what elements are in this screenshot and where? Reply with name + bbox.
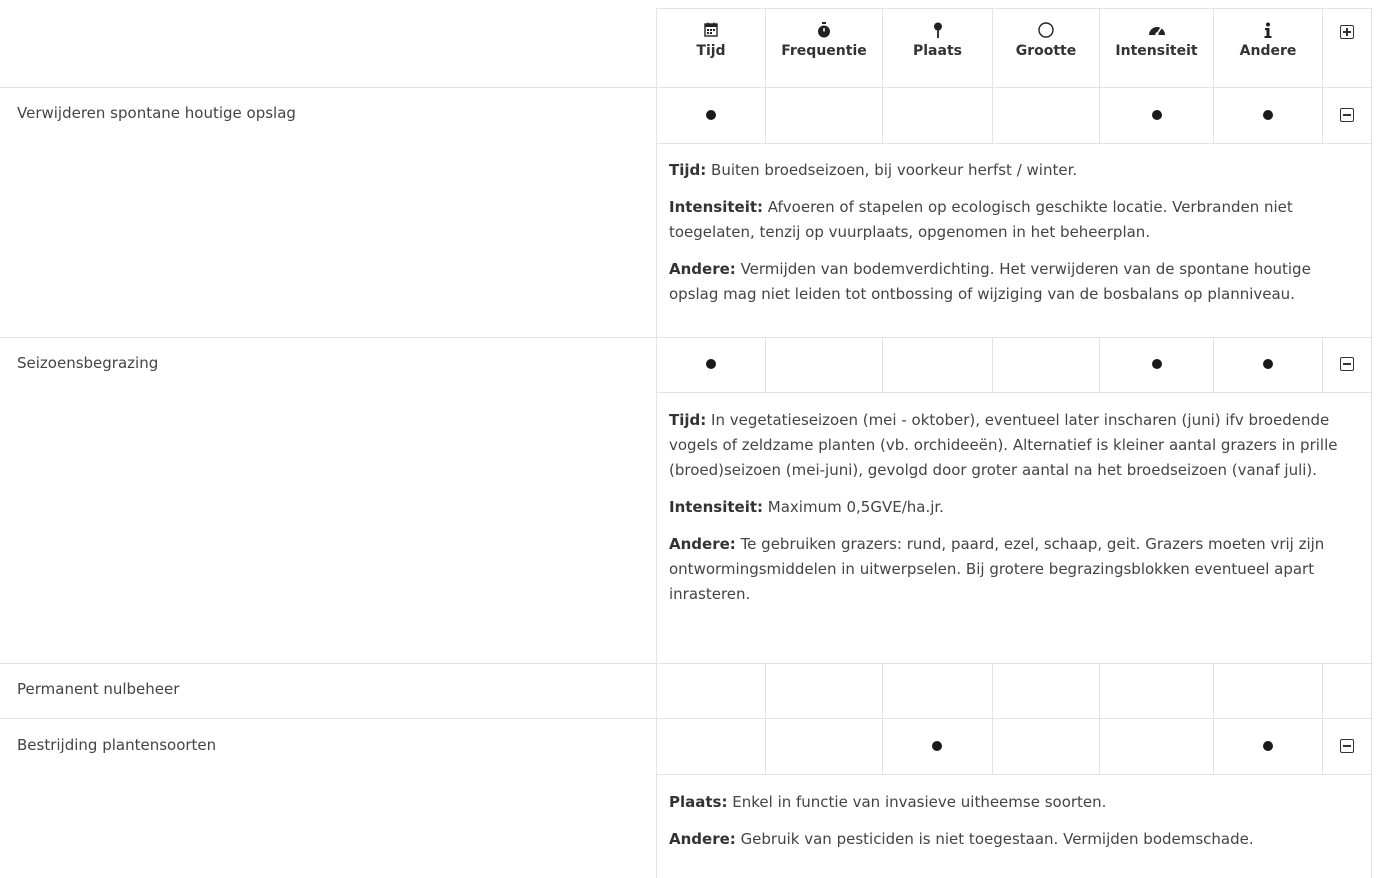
detail-item: Intensiteit: Maximum 0,5GVE/ha.jr. bbox=[669, 495, 1361, 520]
calendar-icon bbox=[657, 22, 765, 42]
column-label: Frequentie bbox=[781, 43, 867, 59]
detail-term: Intensiteit: bbox=[669, 498, 764, 516]
map-pin-icon bbox=[883, 22, 992, 42]
grid-line bbox=[656, 392, 1372, 393]
row-divider bbox=[0, 337, 1373, 338]
column-separator bbox=[882, 663, 883, 718]
detail-text: Buiten broedseizoen, bij voorkeur herfst… bbox=[711, 161, 1078, 179]
detail-term: Plaats: bbox=[669, 793, 728, 811]
info-icon bbox=[1214, 22, 1322, 42]
column-separator bbox=[882, 87, 883, 143]
column-separator bbox=[1322, 718, 1323, 774]
column-separator bbox=[765, 87, 766, 143]
row-details: Plaats: Enkel in functie van invasieve u… bbox=[669, 790, 1361, 864]
row-divider bbox=[0, 87, 1373, 88]
intensiteit-marker bbox=[1152, 110, 1162, 120]
detail-text: Vermijden van bodemverdichting. Het verw… bbox=[669, 260, 1311, 303]
column-separator bbox=[1099, 718, 1100, 774]
column-separator bbox=[1213, 87, 1214, 143]
detail-term: Tijd: bbox=[669, 161, 707, 179]
stopwatch-icon bbox=[766, 22, 882, 42]
column-header-andere[interactable]: Andere bbox=[1214, 8, 1322, 86]
detail-item: Intensiteit: Afvoeren of stapelen op eco… bbox=[669, 195, 1361, 245]
collapse-icon[interactable] bbox=[1340, 108, 1354, 122]
row-label: Verwijderen spontane houtige opslag bbox=[17, 104, 296, 122]
grid-line bbox=[656, 774, 1372, 775]
column-header-plaats[interactable]: Plaats bbox=[883, 8, 992, 86]
column-separator bbox=[765, 718, 766, 774]
tijd-marker bbox=[706, 110, 716, 120]
column-header-intensiteit[interactable]: Intensiteit bbox=[1100, 8, 1213, 86]
column-separator bbox=[765, 663, 766, 718]
column-separator bbox=[1099, 87, 1100, 143]
column-separator bbox=[1099, 337, 1100, 392]
column-separator bbox=[992, 87, 993, 143]
column-separator bbox=[1213, 718, 1214, 774]
detail-term: Intensiteit: bbox=[669, 198, 764, 216]
collapse-icon[interactable] bbox=[1340, 739, 1354, 753]
column-label: Intensiteit bbox=[1115, 43, 1198, 59]
row-divider bbox=[0, 663, 1373, 664]
intensiteit-marker bbox=[1152, 359, 1162, 369]
detail-term: Andere: bbox=[669, 830, 736, 848]
detail-item: Andere: Vermijden van bodemverdichting. … bbox=[669, 257, 1361, 307]
column-separator bbox=[1213, 663, 1214, 718]
column-label: Plaats bbox=[913, 43, 962, 59]
detail-item: Tijd: Buiten broedseizoen, bij voorkeur … bbox=[669, 158, 1361, 183]
tijd-marker bbox=[706, 359, 716, 369]
column-separator bbox=[1322, 87, 1323, 143]
column-separator bbox=[882, 337, 883, 392]
row-details: Tijd: Buiten broedseizoen, bij voorkeur … bbox=[669, 158, 1361, 319]
andere-marker bbox=[1263, 359, 1273, 369]
column-header-grootte[interactable]: Grootte bbox=[993, 8, 1099, 86]
detail-item: Tijd: In vegetatieseizoen (mei - oktober… bbox=[669, 408, 1361, 483]
expand-all-icon[interactable] bbox=[1340, 25, 1354, 39]
column-separator bbox=[1322, 337, 1323, 392]
column-label: Grootte bbox=[1015, 43, 1077, 59]
column-header-frequentie[interactable]: Frequentie bbox=[766, 8, 882, 86]
detail-text: Maximum 0,5GVE/ha.jr. bbox=[767, 498, 944, 516]
column-label: Andere bbox=[1239, 43, 1297, 59]
plaats-marker bbox=[932, 741, 942, 751]
grid-line bbox=[656, 143, 1372, 144]
row-label: Permanent nulbeheer bbox=[17, 680, 180, 698]
detail-item: Plaats: Enkel in functie van invasieve u… bbox=[669, 790, 1361, 815]
detail-text: Enkel in functie van invasieve uitheemse… bbox=[732, 793, 1107, 811]
gauge-icon bbox=[1100, 22, 1213, 42]
column-separator bbox=[765, 337, 766, 392]
collapse-icon[interactable] bbox=[1340, 357, 1354, 371]
column-separator bbox=[992, 663, 993, 718]
row-label: Seizoensbegrazing bbox=[17, 354, 159, 372]
detail-text: Gebruik van pesticiden is niet toegestaa… bbox=[740, 830, 1254, 848]
column-separator bbox=[882, 718, 883, 774]
row-label: Bestrijding plantensoorten bbox=[17, 736, 217, 754]
detail-text: Te gebruiken grazers: rund, paard, ezel,… bbox=[669, 535, 1325, 603]
detail-text: In vegetatieseizoen (mei - oktober), eve… bbox=[669, 411, 1338, 479]
detail-term: Tijd: bbox=[669, 411, 707, 429]
grid-line bbox=[656, 8, 657, 878]
column-separator bbox=[1213, 337, 1214, 392]
column-separator bbox=[992, 337, 993, 392]
detail-item: Andere: Gebruik van pesticiden is niet t… bbox=[669, 827, 1361, 852]
column-label: Tijd bbox=[696, 43, 726, 59]
detail-text: Afvoeren of stapelen op ecologisch gesch… bbox=[669, 198, 1293, 241]
circle-icon bbox=[993, 22, 1099, 42]
column-header-tijd[interactable]: Tijd bbox=[657, 8, 765, 86]
column-separator bbox=[1322, 8, 1323, 87]
row-divider bbox=[0, 718, 1373, 719]
detail-term: Andere: bbox=[669, 535, 736, 553]
andere-marker bbox=[1263, 110, 1273, 120]
detail-term: Andere: bbox=[669, 260, 736, 278]
grid-line bbox=[1371, 8, 1372, 878]
detail-item: Andere: Te gebruiken grazers: rund, paar… bbox=[669, 532, 1361, 607]
column-separator bbox=[992, 718, 993, 774]
column-separator bbox=[1322, 663, 1323, 718]
row-details: Tijd: In vegetatieseizoen (mei - oktober… bbox=[669, 408, 1361, 619]
column-separator bbox=[1099, 663, 1100, 718]
andere-marker bbox=[1263, 741, 1273, 751]
